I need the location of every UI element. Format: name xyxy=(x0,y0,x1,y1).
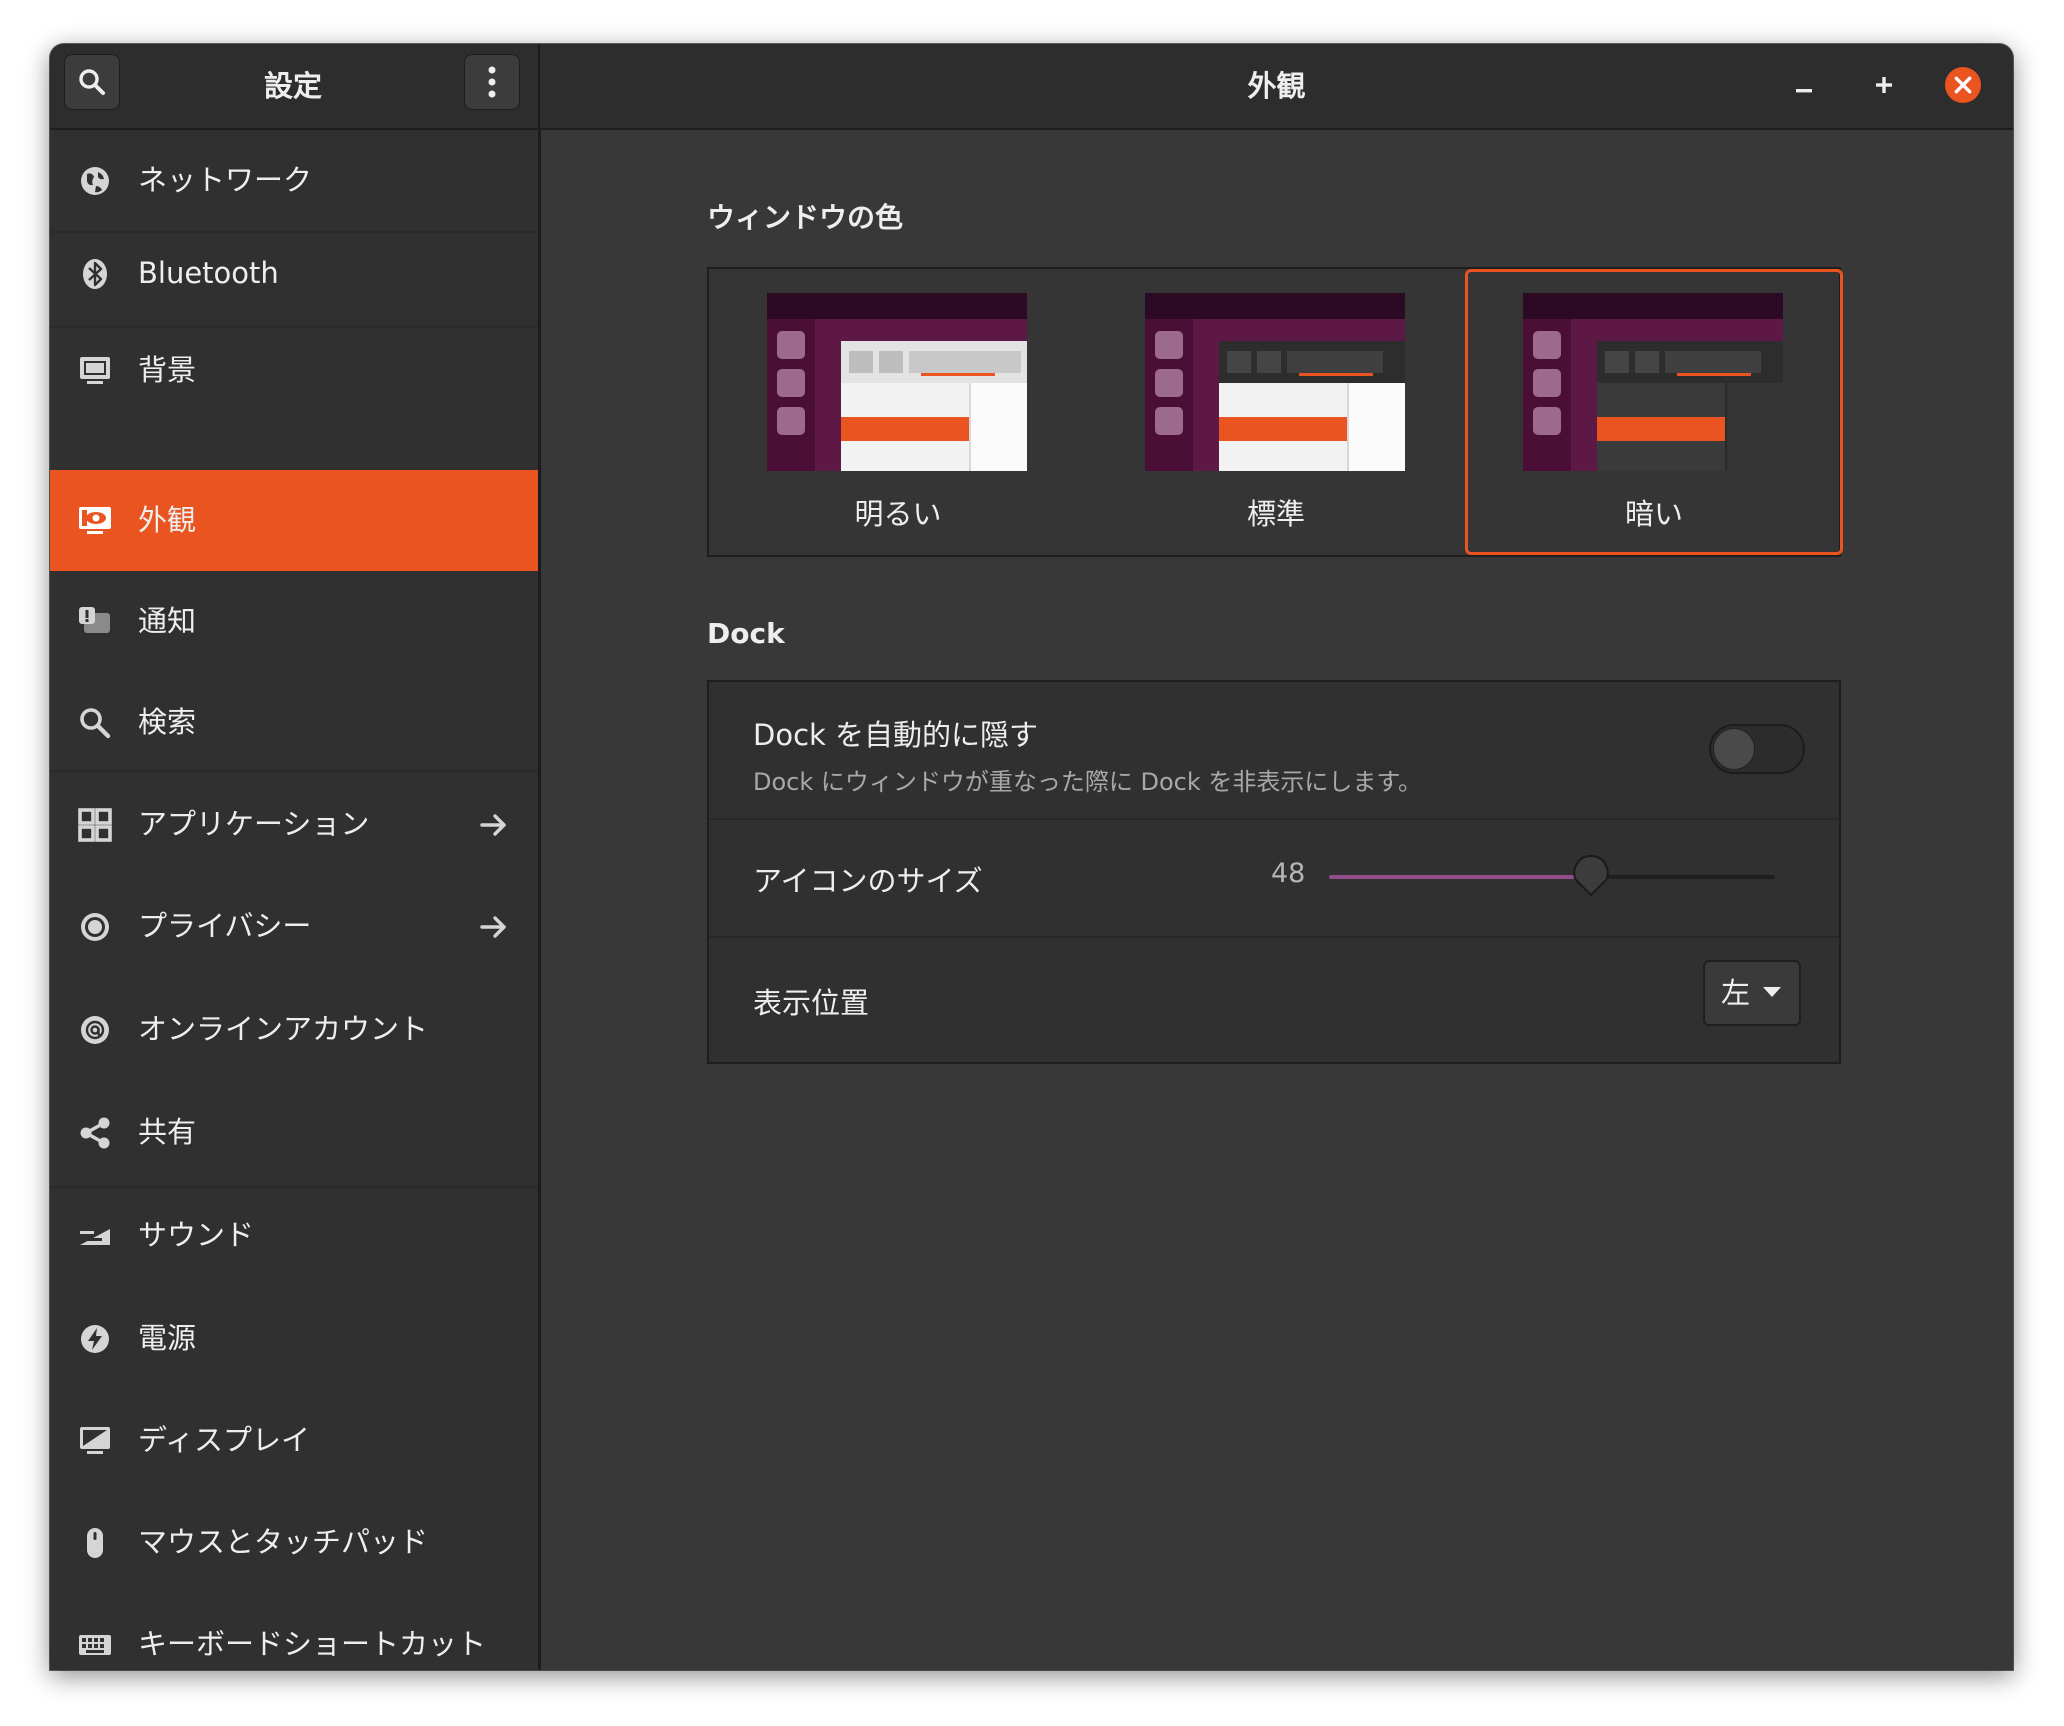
sidebar-item-mouse-touchpad[interactable]: マウスとタッチパッド xyxy=(50,1492,538,1593)
minimize-icon xyxy=(1796,89,1812,93)
menu-button[interactable] xyxy=(464,54,520,110)
sidebar-item-appearance[interactable]: 外観 xyxy=(50,470,538,571)
sidebar-item-network[interactable]: ネットワーク xyxy=(50,130,538,231)
theme-option-standard[interactable]: 標準 xyxy=(1087,269,1465,555)
position-selected: 左 xyxy=(1721,976,1751,1010)
sidebar-item-power[interactable]: 電源 xyxy=(50,1288,538,1389)
search-button[interactable] xyxy=(64,54,120,110)
keyboard-icon xyxy=(79,1635,111,1655)
position-dropdown[interactable]: 左 xyxy=(1703,960,1801,1026)
light-theme-preview xyxy=(767,293,1027,471)
position-label: 表示位置 xyxy=(753,986,870,1020)
sidebar-item-keyboard-shortcuts[interactable]: キーボードショートカット xyxy=(50,1594,538,1670)
sidebar-item-label: キーボードショートカット xyxy=(138,1627,487,1661)
caret-down-icon xyxy=(1763,987,1781,997)
notification-icon xyxy=(79,607,110,633)
sidebar-item-displays[interactable]: ディスプレイ xyxy=(50,1390,538,1491)
online-accounts-at-icon xyxy=(81,1016,109,1044)
sidebar-item-online-accounts[interactable]: オンラインアカウント xyxy=(50,979,538,1080)
sidebar-item-label: ディスプレイ xyxy=(138,1423,310,1457)
sidebar-separator xyxy=(50,770,538,772)
dock-settings-list: Dock を自動的に隠す Dock にウィンドウが重なった際に Dock を非表… xyxy=(707,680,1841,1064)
sidebar-item-label: Bluetooth xyxy=(138,256,279,290)
sidebar-item-applications[interactable]: アプリケーション xyxy=(50,774,538,875)
autohide-label: Dock を自動的に隠す xyxy=(753,718,1039,752)
theme-option-light[interactable]: 明るい xyxy=(709,269,1087,555)
slider-fill xyxy=(1329,875,1591,879)
privacy-icon xyxy=(81,913,109,941)
kebab-menu-icon xyxy=(488,66,496,98)
theme-option-dark[interactable]: 暗い xyxy=(1465,269,1843,555)
sidebar-item-label: アプリケーション xyxy=(138,807,370,841)
sidebar-item-sound[interactable]: サウンド xyxy=(50,1185,538,1286)
standard-theme-preview xyxy=(1145,293,1405,471)
sidebar-item-search[interactable]: 検索 xyxy=(50,672,538,773)
slider-handle[interactable] xyxy=(1572,853,1610,897)
appearance-panel: ウィンドウの色 明るい 標準 暗い Dock Dock を自動的に隠す Dock… xyxy=(541,130,2013,1670)
window-color-title: ウィンドウの色 xyxy=(707,201,904,234)
sidebar-item-label: ネットワーク xyxy=(138,163,313,197)
network-globe-icon xyxy=(81,167,109,195)
share-icon xyxy=(80,1117,110,1149)
sidebar-item-privacy[interactable]: プライバシー xyxy=(50,876,538,977)
sidebar-item-label: プライバシー xyxy=(138,909,312,943)
settings-window: 設定 外観 ネットワーク Bluetooth 背景 外観 通知 検索 アプリケー… xyxy=(50,44,2013,1670)
minimize-button[interactable] xyxy=(1785,66,1823,104)
dock-autohide-row: Dock を自動的に隠す Dock にウィンドウが重なった際に Dock を非表… xyxy=(709,682,1839,818)
maximize-plus-icon xyxy=(1876,77,1892,93)
bluetooth-icon xyxy=(83,259,107,289)
icon-size-slider[interactable] xyxy=(1329,854,1775,897)
window-color-selector: 明るい 標準 暗い xyxy=(707,267,1843,557)
sidebar-item-label: 検索 xyxy=(138,705,197,739)
dark-theme-preview xyxy=(1523,293,1783,471)
icon-size-row: アイコンのサイズ 48 xyxy=(709,820,1839,936)
sidebar-item-bluetooth[interactable]: Bluetooth xyxy=(50,223,538,324)
sidebar-item-label: サウンド xyxy=(138,1218,255,1252)
sidebar-item-label: オンラインアカウント xyxy=(138,1012,429,1046)
sidebar-item-label: 通知 xyxy=(138,604,197,638)
sidebar-item-label: 背景 xyxy=(138,353,197,387)
sidebar-item-label: 電源 xyxy=(138,1321,197,1355)
sidebar: ネットワーク Bluetooth 背景 外観 通知 検索 アプリケーション プラ… xyxy=(50,130,541,1670)
sidebar-title: 設定 xyxy=(263,69,322,103)
sidebar-item-notifications[interactable]: 通知 xyxy=(50,571,538,672)
appearance-eye-icon xyxy=(79,507,111,534)
arrow-right-icon xyxy=(480,916,506,938)
mouse-icon xyxy=(87,1528,103,1558)
display-icon xyxy=(80,1427,110,1454)
theme-label: 標準 xyxy=(1246,497,1305,531)
sidebar-header: 設定 xyxy=(50,44,540,128)
switch-knob xyxy=(1713,728,1755,770)
close-button[interactable] xyxy=(1944,66,1982,104)
dock-position-row: 表示位置 左 xyxy=(709,938,1839,1062)
search-icon xyxy=(80,708,111,739)
monitor-background-icon xyxy=(80,357,110,384)
sound-icon xyxy=(80,1229,110,1245)
sidebar-item-background[interactable]: 背景 xyxy=(50,320,538,421)
dock-title: Dock xyxy=(707,617,785,650)
power-icon xyxy=(81,1325,109,1353)
icon-size-value: 48 xyxy=(1271,858,1306,889)
close-icon xyxy=(1944,66,1982,104)
autohide-switch[interactable] xyxy=(1709,724,1805,774)
arrow-right-icon xyxy=(480,814,506,836)
search-icon xyxy=(79,69,105,95)
sidebar-item-sharing[interactable]: 共有 xyxy=(50,1082,538,1183)
sidebar-item-label: 共有 xyxy=(138,1115,197,1149)
theme-label: 暗い xyxy=(1624,497,1683,531)
sidebar-item-label: マウスとタッチパッド xyxy=(138,1525,429,1559)
theme-label: 明るい xyxy=(854,497,942,531)
icon-size-label: アイコンのサイズ xyxy=(753,864,983,898)
maximize-button[interactable] xyxy=(1865,66,1903,104)
header-bar: 設定 外観 xyxy=(50,44,2013,130)
autohide-description: Dock にウィンドウが重なった際に Dock を非表示にします。 xyxy=(753,768,1423,796)
sidebar-item-label: 外観 xyxy=(138,503,197,537)
apps-grid-icon xyxy=(78,808,112,842)
